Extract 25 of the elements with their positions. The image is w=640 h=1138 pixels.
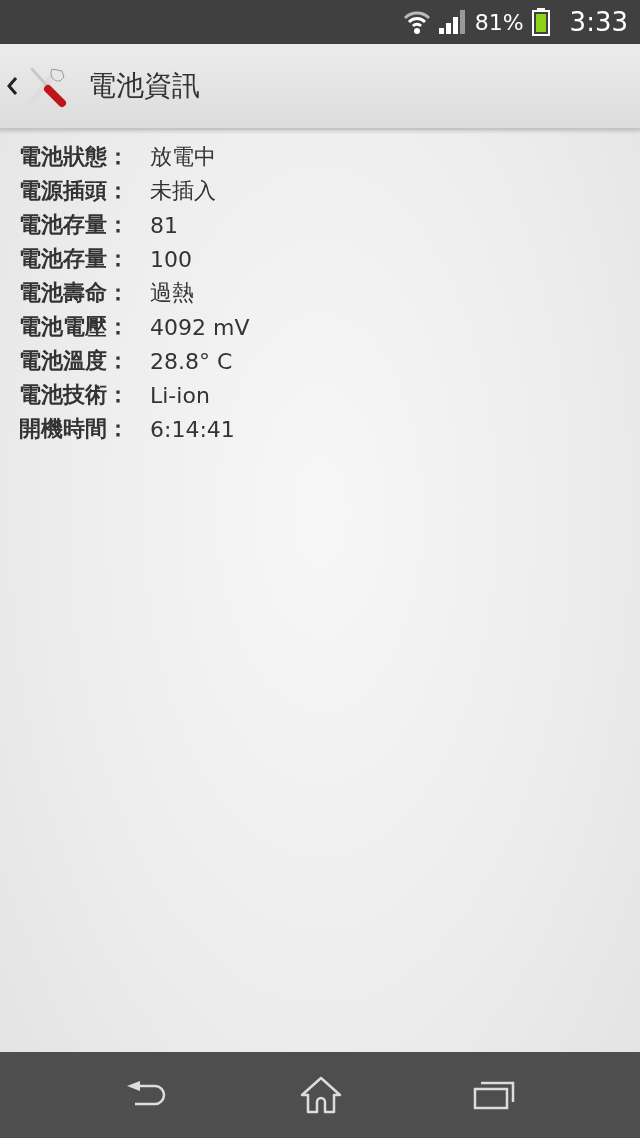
info-label: 電池存量： [19, 211, 130, 239]
battery-percentage: 81% [474, 9, 524, 35]
wifi-icon [402, 9, 431, 35]
info-label: 電池狀態： [19, 143, 130, 171]
info-value: 81 [150, 212, 178, 238]
info-value: 100 [150, 246, 192, 272]
info-label: 電池電壓： [19, 313, 130, 341]
info-label: 電池存量： [19, 245, 130, 273]
info-label: 電池壽命： [19, 279, 130, 307]
info-value: 28.8° C [150, 348, 233, 374]
info-label: 電源插頭： [19, 177, 130, 205]
clock: 3:33 [569, 7, 628, 37]
info-value: Li-ion [150, 382, 210, 408]
signal-icon [438, 10, 467, 34]
info-value: 4092 mV [150, 314, 250, 340]
info-value: 過熱 [150, 279, 194, 307]
info-value: 放電中 [150, 143, 216, 171]
info-label: 電池技術： [19, 381, 130, 409]
info-value: 6:14:41 [150, 416, 235, 442]
page-title: 電池資訊 [88, 68, 200, 104]
back-icon[interactable] [6, 75, 18, 97]
battery-icon [531, 8, 550, 36]
info-value: 未插入 [150, 177, 216, 205]
info-label: 開機時間： [19, 415, 130, 443]
info-label: 電池溫度： [19, 347, 130, 375]
